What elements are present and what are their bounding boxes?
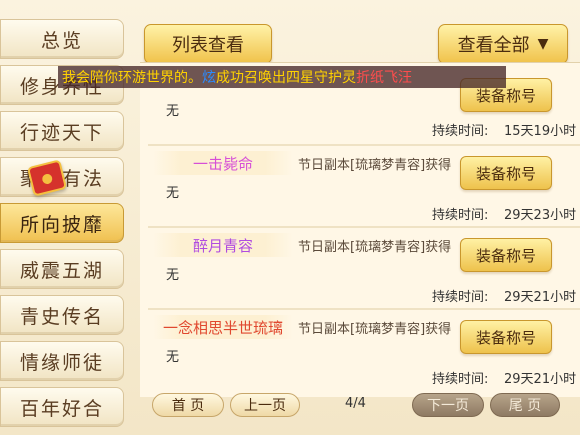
title-description: 无 bbox=[166, 104, 180, 119]
equip-title-button[interactable]: 装备称号 bbox=[460, 320, 552, 354]
title-source: 节日副本[琉璃梦青容]获得 bbox=[298, 158, 452, 173]
sidebar-item-five-lakes[interactable]: 威震五湖 bbox=[0, 249, 124, 289]
duration-label: 持续时间: bbox=[432, 124, 489, 139]
sidebar-item-label: 行迹天下 bbox=[19, 121, 104, 144]
duration-label: 持续时间: bbox=[432, 208, 489, 223]
equip-title-button[interactable]: 装备称号 bbox=[460, 156, 552, 190]
title-description: 无 bbox=[166, 268, 180, 283]
title-row: 一击毙命 节日副本[琉璃梦青容]获得 无 持续时间: 29天23小时 装备称号 bbox=[148, 144, 580, 226]
sidebar-item-marriage[interactable]: 百年好合 bbox=[0, 387, 124, 427]
last-page-button[interactable]: 尾 页 bbox=[490, 393, 560, 417]
title-name-tag: 一击毙命 bbox=[153, 151, 293, 175]
first-page-label: 首 页 bbox=[171, 398, 205, 414]
title-row: 一念相思半世琉璃 节日副本[琉璃梦青容]获得 无 持续时间: 29天21小时 装… bbox=[148, 308, 580, 390]
sidebar-item-label: 青史传名 bbox=[19, 305, 104, 328]
duration-label: 持续时间: bbox=[432, 372, 489, 387]
broadcast-text: 成功召唤出四星守护灵 bbox=[216, 70, 356, 86]
sidebar-item-overview[interactable]: 总览 bbox=[0, 19, 124, 59]
equip-button-label: 装备称号 bbox=[475, 328, 536, 347]
sidebar-item-label: 百年好合 bbox=[19, 397, 104, 420]
title-name-tag: 醉月青容 bbox=[153, 233, 293, 257]
title-description: 无 bbox=[166, 186, 180, 201]
title-source: 节日副本[琉璃梦青容]获得 bbox=[298, 240, 452, 255]
title-name: 一击毙命 bbox=[192, 154, 253, 173]
sidebar-item-history[interactable]: 青史传名 bbox=[0, 295, 124, 335]
chevron-down-icon: ▼ bbox=[537, 36, 549, 52]
broadcast-player-name: 炫 bbox=[202, 70, 216, 86]
list-view-label: 列表查看 bbox=[172, 35, 244, 56]
broadcast-pet-name: 折纸飞汪 bbox=[356, 70, 412, 86]
next-page-button[interactable]: 下一页 bbox=[412, 393, 484, 417]
sidebar-item-love-mentor[interactable]: 情缘师徒 bbox=[0, 341, 124, 381]
page-indicator: 4/4 bbox=[345, 396, 366, 411]
sidebar-item-invincible[interactable]: 所向披靡 bbox=[0, 203, 124, 243]
view-all-label: 查看全部 bbox=[457, 35, 530, 56]
sidebar-item-travel[interactable]: 行迹天下 bbox=[0, 111, 124, 151]
title-panel: 总览 修身养性 行迹天下 聚宝有法 所向披靡 威震五湖 青史传名 情缘师徒 百年… bbox=[0, 0, 580, 435]
prev-page-button[interactable]: 上一页 bbox=[230, 393, 300, 417]
equip-button-label: 装备称号 bbox=[475, 164, 536, 183]
equip-title-button[interactable]: 装备称号 bbox=[460, 238, 552, 272]
equip-button-label: 装备称号 bbox=[475, 246, 536, 265]
title-source: 节日副本[琉璃梦青容]获得 bbox=[298, 322, 452, 337]
sidebar-item-label: 情缘师徒 bbox=[19, 351, 104, 374]
broadcast-banner: 我会陪你环游世界的。 炫 成功召唤出四星守护灵 折纸飞汪 bbox=[58, 66, 506, 88]
next-page-label: 下一页 bbox=[427, 398, 469, 414]
sidebar-item-label: 所向披靡 bbox=[19, 213, 104, 236]
title-name-tag: 一念相思半世琉璃 bbox=[153, 315, 293, 339]
title-name: 醉月青容 bbox=[192, 236, 253, 255]
title-description: 无 bbox=[166, 350, 180, 365]
title-name: 一念相思半世琉璃 bbox=[162, 318, 283, 337]
duration-label: 持续时间: bbox=[432, 290, 489, 305]
sidebar-item-label: 威震五湖 bbox=[19, 259, 104, 282]
first-page-button[interactable]: 首 页 bbox=[152, 393, 224, 417]
duration-value: 15天19小时 bbox=[504, 124, 577, 139]
sidebar-item-label: 总览 bbox=[40, 29, 83, 52]
duration-value: 29天23小时 bbox=[504, 208, 577, 223]
duration-value: 29天21小时 bbox=[504, 290, 577, 305]
title-row: 醉月青容 节日副本[琉璃梦青容]获得 无 持续时间: 29天21小时 装备称号 bbox=[148, 226, 580, 308]
prev-page-label: 上一页 bbox=[244, 398, 286, 414]
broadcast-text: 我会陪你环游世界的。 bbox=[62, 70, 202, 86]
last-page-label: 尾 页 bbox=[508, 398, 542, 414]
duration-value: 29天21小时 bbox=[504, 372, 577, 387]
